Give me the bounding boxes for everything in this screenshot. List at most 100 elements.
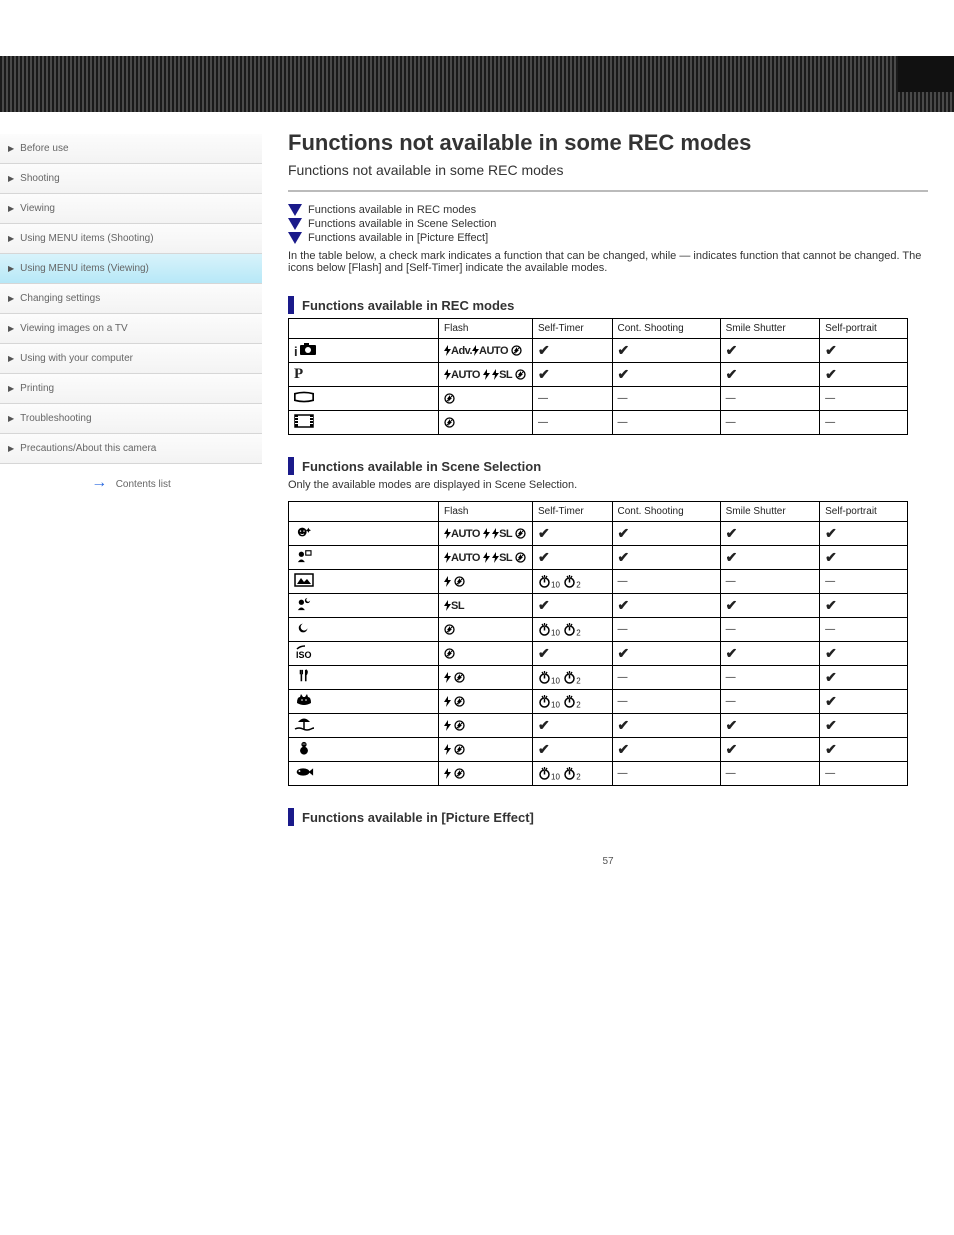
table-row: ———— xyxy=(289,387,908,411)
smile-shutter-cell: — xyxy=(720,762,820,786)
flash-icon xyxy=(444,768,451,779)
flash-cell xyxy=(439,387,533,411)
sidebar-item-label: Troubleshooting xyxy=(20,413,91,424)
check-icon: ✔ xyxy=(618,525,630,541)
self-timer-cell: 10 2 xyxy=(533,570,613,594)
sidebar-item-menu-viewing[interactable]: ▶Using MENU items (Viewing) xyxy=(0,254,262,284)
sidebar-item-menu-shooting[interactable]: ▶Using MENU items (Shooting) xyxy=(0,224,262,254)
sidebar-item-troubleshooting[interactable]: ▶Troubleshooting xyxy=(0,404,262,434)
sidebar-item-viewing[interactable]: ▶Viewing xyxy=(0,194,262,224)
flash-icon xyxy=(444,720,451,731)
smile-shutter-cell: ✔ xyxy=(720,594,820,618)
mode-cell: ISO xyxy=(289,642,439,666)
self-timer-cell: 10 2 xyxy=(533,690,613,714)
smile-shutter-cell: — xyxy=(720,618,820,642)
check-icon: ✔ xyxy=(538,597,550,613)
self-timer-cell: ✔ xyxy=(533,642,613,666)
face-sparkle-icon xyxy=(294,525,314,539)
table-scene-selection: FlashSelf-TimerCont. ShootingSmile Shutt… xyxy=(288,501,908,786)
flash-off-icon xyxy=(454,720,465,731)
section-bar-icon xyxy=(288,808,294,826)
flash-off-icon xyxy=(454,576,465,587)
chevron-right-icon: ▶ xyxy=(8,204,14,213)
sidebar-item-before-use[interactable]: ▶Before use xyxy=(0,134,262,164)
sidebar-item-precautions[interactable]: ▶Precautions/About this camera xyxy=(0,434,262,464)
self-timer-cell: ✔ xyxy=(533,738,613,762)
sidebar-item-label: Viewing images on a TV xyxy=(20,323,127,334)
cont-shooting-cell: — xyxy=(612,618,720,642)
column-header: Self-portrait xyxy=(820,502,908,522)
check-icon: ✔ xyxy=(726,549,738,565)
cont-shooting-cell: — xyxy=(612,387,720,411)
check-icon: ✔ xyxy=(538,741,550,757)
sidebar-item-computer[interactable]: ▶Using with your computer xyxy=(0,344,262,374)
column-header: Smile Shutter xyxy=(720,502,820,522)
flash-cell: AUTO SL xyxy=(439,363,533,387)
page-number: 57 xyxy=(288,856,928,867)
anchor-link-scene-selection[interactable]: Functions available in Scene Selection xyxy=(288,218,928,230)
sidebar-item-changing-settings[interactable]: ▶Changing settings xyxy=(0,284,262,314)
page-header-bar xyxy=(0,56,954,112)
anchor-link-rec-modes[interactable]: Functions available in REC modes xyxy=(288,204,928,216)
table-row: ✔✔✔✔ xyxy=(289,738,908,762)
flash-off-icon xyxy=(515,369,526,380)
self-timer-icons: 10 2 xyxy=(538,765,581,779)
flash-off-icon xyxy=(444,417,455,428)
self-portrait-cell: — xyxy=(820,387,908,411)
flash-off-icon xyxy=(444,648,455,659)
column-header xyxy=(289,502,439,522)
check-icon: ✔ xyxy=(825,669,837,685)
chevron-right-icon: ▶ xyxy=(8,144,14,153)
self-timer-cell: ✔ xyxy=(533,522,613,546)
check-icon: ✔ xyxy=(618,597,630,613)
camera-icon xyxy=(298,342,318,356)
column-header xyxy=(289,319,439,339)
sidebar-item-label: Changing settings xyxy=(20,293,100,304)
section-header-rec-modes: Functions available in REC modes xyxy=(288,296,928,314)
flash-off-icon xyxy=(444,624,455,635)
sidebar-item-printing[interactable]: ▶Printing xyxy=(0,374,262,404)
flash-icon xyxy=(483,552,490,563)
sidebar-item-shooting[interactable]: ▶Shooting xyxy=(0,164,262,194)
self-portrait-cell: ✔ xyxy=(820,363,908,387)
arrow-right-icon: → xyxy=(91,474,107,491)
fish-icon xyxy=(294,765,314,779)
link-label: Functions available in [Picture Effect] xyxy=(308,232,488,244)
mode-cell xyxy=(289,546,439,570)
mode-cell xyxy=(289,762,439,786)
flash-cell xyxy=(439,570,533,594)
person-frame-icon xyxy=(294,549,314,563)
triangle-down-icon xyxy=(288,232,302,244)
flash-icon xyxy=(492,369,499,380)
check-icon: ✔ xyxy=(538,525,550,541)
section-bar-icon xyxy=(288,457,294,475)
smile-shutter-cell: — xyxy=(720,411,820,435)
sidebar-item-label: Precautions/About this camera xyxy=(20,443,156,454)
flash-cell xyxy=(439,618,533,642)
anchor-link-picture-effect[interactable]: Functions available in [Picture Effect] xyxy=(288,232,928,244)
check-icon: ✔ xyxy=(618,717,630,733)
cont-shooting-cell: — xyxy=(612,762,720,786)
self-timer-cell: — xyxy=(533,387,613,411)
flash-icon xyxy=(444,600,451,611)
smile-shutter-cell: ✔ xyxy=(720,363,820,387)
main-content: Functions not available in some REC mode… xyxy=(262,112,954,907)
flash-cell: AUTO SL xyxy=(439,546,533,570)
self-portrait-cell: ✔ xyxy=(820,714,908,738)
cont-shooting-cell: — xyxy=(612,570,720,594)
sidebar-item-tv[interactable]: ▶Viewing images on a TV xyxy=(0,314,262,344)
mode-cell xyxy=(289,387,439,411)
smile-shutter-cell: ✔ xyxy=(720,522,820,546)
self-timer-cell: ✔ xyxy=(533,594,613,618)
section-title: Functions available in REC modes xyxy=(302,298,514,313)
check-icon: ✔ xyxy=(538,717,550,733)
flash-off-icon xyxy=(454,768,465,779)
smile-shutter-cell: — xyxy=(720,690,820,714)
flash-cell xyxy=(439,714,533,738)
flash-icon xyxy=(492,528,499,539)
flash-cell xyxy=(439,642,533,666)
contents-link[interactable]: Contents list xyxy=(116,479,171,490)
column-header: Cont. Shooting xyxy=(612,502,720,522)
check-icon: ✔ xyxy=(618,741,630,757)
link-label: Functions available in REC modes xyxy=(308,204,476,216)
